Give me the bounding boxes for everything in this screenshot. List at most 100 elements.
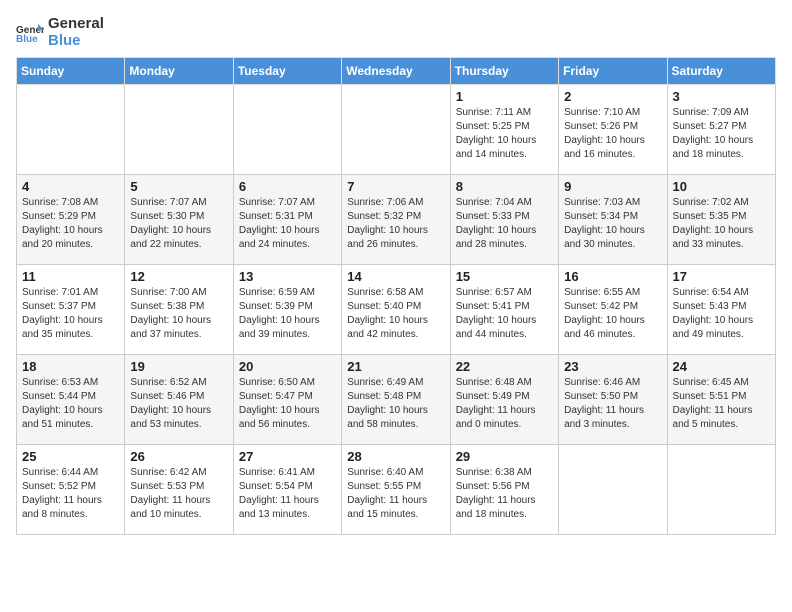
- calendar-cell: 26 Sunrise: 6:42 AM Sunset: 5:53 PM Dayli…: [125, 445, 233, 535]
- calendar-cell: 6 Sunrise: 7:07 AM Sunset: 5:31 PM Daylig…: [233, 175, 341, 265]
- day-info: Sunrise: 7:06 AM Sunset: 5:32 PM Dayligh…: [347, 196, 444, 252]
- day-number: 7: [347, 179, 444, 194]
- calendar-cell: [17, 85, 125, 175]
- day-number: 17: [673, 269, 770, 284]
- day-number: 22: [456, 359, 553, 374]
- day-info: Sunrise: 7:10 AM Sunset: 5:26 PM Dayligh…: [564, 106, 661, 162]
- day-info: Sunrise: 7:07 AM Sunset: 5:31 PM Dayligh…: [239, 196, 336, 252]
- day-info: Sunrise: 6:55 AM Sunset: 5:42 PM Dayligh…: [564, 286, 661, 342]
- day-number: 3: [673, 89, 770, 104]
- calendar-cell: [342, 85, 450, 175]
- day-info: Sunrise: 6:45 AM Sunset: 5:51 PM Dayligh…: [673, 376, 770, 432]
- day-number: 24: [673, 359, 770, 374]
- day-header: Thursday: [450, 58, 558, 85]
- calendar-cell: [559, 445, 667, 535]
- calendar-cell: 20 Sunrise: 6:50 AM Sunset: 5:47 PM Dayli…: [233, 355, 341, 445]
- calendar-cell: [125, 85, 233, 175]
- day-info: Sunrise: 7:01 AM Sunset: 5:37 PM Dayligh…: [22, 286, 119, 342]
- calendar-cell: 16 Sunrise: 6:55 AM Sunset: 5:42 PM Dayli…: [559, 265, 667, 355]
- calendar-cell: 28 Sunrise: 6:40 AM Sunset: 5:55 PM Dayli…: [342, 445, 450, 535]
- day-info: Sunrise: 6:38 AM Sunset: 5:56 PM Dayligh…: [456, 466, 553, 522]
- day-header: Friday: [559, 58, 667, 85]
- calendar-table: SundayMondayTuesdayWednesdayThursdayFrid…: [16, 57, 776, 535]
- day-info: Sunrise: 7:02 AM Sunset: 5:35 PM Dayligh…: [673, 196, 770, 252]
- day-number: 2: [564, 89, 661, 104]
- day-info: Sunrise: 6:52 AM Sunset: 5:46 PM Dayligh…: [130, 376, 227, 432]
- svg-text:Blue: Blue: [16, 34, 38, 44]
- day-number: 25: [22, 449, 119, 464]
- day-number: 28: [347, 449, 444, 464]
- calendar-cell: 13 Sunrise: 6:59 AM Sunset: 5:39 PM Dayli…: [233, 265, 341, 355]
- day-header: Tuesday: [233, 58, 341, 85]
- calendar-cell: 11 Sunrise: 7:01 AM Sunset: 5:37 PM Dayli…: [17, 265, 125, 355]
- day-info: Sunrise: 7:07 AM Sunset: 5:30 PM Dayligh…: [130, 196, 227, 252]
- day-header: Monday: [125, 58, 233, 85]
- day-info: Sunrise: 7:08 AM Sunset: 5:29 PM Dayligh…: [22, 196, 119, 252]
- calendar-cell: 10 Sunrise: 7:02 AM Sunset: 5:35 PM Dayli…: [667, 175, 775, 265]
- day-info: Sunrise: 6:48 AM Sunset: 5:49 PM Dayligh…: [456, 376, 553, 432]
- logo-general: General: [48, 16, 104, 33]
- day-info: Sunrise: 6:53 AM Sunset: 5:44 PM Dayligh…: [22, 376, 119, 432]
- day-header: Saturday: [667, 58, 775, 85]
- calendar-cell: 22 Sunrise: 6:48 AM Sunset: 5:49 PM Dayli…: [450, 355, 558, 445]
- calendar-cell: 15 Sunrise: 6:57 AM Sunset: 5:41 PM Dayli…: [450, 265, 558, 355]
- logo-icon: General Blue: [16, 22, 44, 44]
- calendar-cell: 21 Sunrise: 6:49 AM Sunset: 5:48 PM Dayli…: [342, 355, 450, 445]
- calendar-cell: 3Sunrise: 7:09 AM Sunset: 5:27 PM Daylig…: [667, 85, 775, 175]
- calendar-cell: 24 Sunrise: 6:45 AM Sunset: 5:51 PM Dayli…: [667, 355, 775, 445]
- calendar-cell: 27 Sunrise: 6:41 AM Sunset: 5:54 PM Dayli…: [233, 445, 341, 535]
- day-number: 21: [347, 359, 444, 374]
- calendar-cell: 5 Sunrise: 7:07 AM Sunset: 5:30 PM Daylig…: [125, 175, 233, 265]
- day-number: 8: [456, 179, 553, 194]
- day-number: 26: [130, 449, 227, 464]
- day-info: Sunrise: 6:46 AM Sunset: 5:50 PM Dayligh…: [564, 376, 661, 432]
- day-number: 10: [673, 179, 770, 194]
- day-info: Sunrise: 7:11 AM Sunset: 5:25 PM Dayligh…: [456, 106, 553, 162]
- day-info: Sunrise: 6:50 AM Sunset: 5:47 PM Dayligh…: [239, 376, 336, 432]
- calendar-cell: [667, 445, 775, 535]
- day-number: 6: [239, 179, 336, 194]
- calendar-cell: 2 Sunrise: 7:10 AM Sunset: 5:26 PM Daylig…: [559, 85, 667, 175]
- calendar-cell: 18 Sunrise: 6:53 AM Sunset: 5:44 PM Dayli…: [17, 355, 125, 445]
- calendar-cell: 9 Sunrise: 7:03 AM Sunset: 5:34 PM Daylig…: [559, 175, 667, 265]
- calendar-cell: 29 Sunrise: 6:38 AM Sunset: 5:56 PM Dayli…: [450, 445, 558, 535]
- day-info: Sunrise: 6:54 AM Sunset: 5:43 PM Dayligh…: [673, 286, 770, 342]
- calendar-cell: 17 Sunrise: 6:54 AM Sunset: 5:43 PM Dayli…: [667, 265, 775, 355]
- day-number: 12: [130, 269, 227, 284]
- day-info: Sunrise: 6:49 AM Sunset: 5:48 PM Dayligh…: [347, 376, 444, 432]
- day-header: Sunday: [17, 58, 125, 85]
- day-number: 20: [239, 359, 336, 374]
- calendar-cell: 19 Sunrise: 6:52 AM Sunset: 5:46 PM Dayli…: [125, 355, 233, 445]
- day-info: Sunrise: 6:44 AM Sunset: 5:52 PM Dayligh…: [22, 466, 119, 522]
- calendar-cell: 12 Sunrise: 7:00 AM Sunset: 5:38 PM Dayli…: [125, 265, 233, 355]
- calendar-cell: 4Sunrise: 7:08 AM Sunset: 5:29 PM Daylig…: [17, 175, 125, 265]
- day-info: Sunrise: 6:42 AM Sunset: 5:53 PM Dayligh…: [130, 466, 227, 522]
- day-number: 13: [239, 269, 336, 284]
- day-number: 19: [130, 359, 227, 374]
- day-number: 1: [456, 89, 553, 104]
- logo: General Blue General Blue: [16, 16, 104, 49]
- day-number: 14: [347, 269, 444, 284]
- day-number: 5: [130, 179, 227, 194]
- calendar-cell: 8 Sunrise: 7:04 AM Sunset: 5:33 PM Daylig…: [450, 175, 558, 265]
- day-info: Sunrise: 6:57 AM Sunset: 5:41 PM Dayligh…: [456, 286, 553, 342]
- day-info: Sunrise: 7:03 AM Sunset: 5:34 PM Dayligh…: [564, 196, 661, 252]
- day-number: 27: [239, 449, 336, 464]
- day-info: Sunrise: 7:04 AM Sunset: 5:33 PM Dayligh…: [456, 196, 553, 252]
- day-info: Sunrise: 7:00 AM Sunset: 5:38 PM Dayligh…: [130, 286, 227, 342]
- day-number: 15: [456, 269, 553, 284]
- calendar-cell: 23 Sunrise: 6:46 AM Sunset: 5:50 PM Dayli…: [559, 355, 667, 445]
- calendar-cell: 25 Sunrise: 6:44 AM Sunset: 5:52 PM Dayli…: [17, 445, 125, 535]
- day-header: Wednesday: [342, 58, 450, 85]
- day-info: Sunrise: 6:59 AM Sunset: 5:39 PM Dayligh…: [239, 286, 336, 342]
- calendar-cell: 1 Sunrise: 7:11 AM Sunset: 5:25 PM Daylig…: [450, 85, 558, 175]
- day-info: Sunrise: 6:41 AM Sunset: 5:54 PM Dayligh…: [239, 466, 336, 522]
- day-number: 16: [564, 269, 661, 284]
- day-info: Sunrise: 6:40 AM Sunset: 5:55 PM Dayligh…: [347, 466, 444, 522]
- day-number: 29: [456, 449, 553, 464]
- day-number: 23: [564, 359, 661, 374]
- day-number: 11: [22, 269, 119, 284]
- day-number: 9: [564, 179, 661, 194]
- calendar-cell: 14Sunrise: 6:58 AM Sunset: 5:40 PM Dayli…: [342, 265, 450, 355]
- day-number: 18: [22, 359, 119, 374]
